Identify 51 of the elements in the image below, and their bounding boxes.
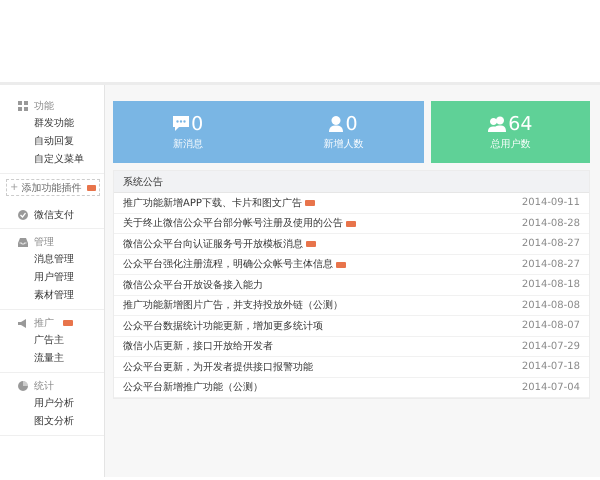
- sidebar-item[interactable]: 图文分析: [0, 413, 104, 431]
- announcement-date: 2014-08-27: [522, 238, 580, 250]
- announcement-date: 2014-08-27: [522, 258, 580, 270]
- panel-title: 系统公告: [123, 176, 163, 188]
- stat-value: 0: [345, 114, 358, 134]
- sidebar-item[interactable]: 广告主: [0, 332, 104, 350]
- sidebar-group-title: 功能: [34, 100, 54, 113]
- announcement-date: 2014-07-04: [522, 382, 580, 393]
- sidebar-item[interactable]: 流量主: [0, 350, 104, 368]
- check-circle-icon: [18, 210, 28, 220]
- pie-chart-icon: [18, 381, 28, 391]
- people-icon: [488, 116, 506, 132]
- stat-value: 64: [508, 114, 532, 134]
- announcement-date: 2014-07-29: [522, 340, 580, 352]
- announcement-date: 2014-07-18: [522, 361, 580, 372]
- announcement-link[interactable]: 微信公众平台向认证服务号开放模板消息: [123, 238, 303, 250]
- announcement-link[interactable]: 微信小店更新，接口开放给开发者: [123, 341, 273, 352]
- tray-icon: [18, 238, 28, 246]
- grid-icon: [18, 101, 28, 111]
- announcement-link[interactable]: 公众平台更新，为开发者提供接口报警功能: [123, 362, 313, 373]
- sidebar-group-title[interactable]: 微信支付: [34, 208, 74, 222]
- chat-bubble-icon: [173, 116, 190, 131]
- announcement-date: 2014-08-07: [522, 320, 580, 332]
- announcement-link[interactable]: 公众平台新增推广功能（公测）: [123, 382, 263, 394]
- announcement-link[interactable]: 微信公众平台开放设备接入能力: [123, 280, 263, 291]
- sidebar-group-title: 管理: [34, 236, 54, 249]
- sidebar-item[interactable]: 用户管理: [0, 269, 104, 287]
- announcement-link[interactable]: 推广功能新增APP下载、卡片和图文广告: [123, 198, 302, 209]
- announcement-date: 2014-08-18: [522, 279, 580, 290]
- person-icon: [329, 116, 344, 132]
- stat-label: 新消息: [173, 138, 204, 150]
- sidebar-group-title: 统计: [34, 380, 54, 393]
- announcement-date: 2014-08-28: [522, 218, 580, 229]
- stat-label: 总用户数: [490, 138, 530, 150]
- sidebar-item[interactable]: 自动回复: [0, 133, 104, 151]
- add-plugin-button[interactable]: + 添加功能插件: [6, 179, 100, 196]
- announcement-link[interactable]: 公众平台数据统计功能更新，增加更多统计项: [123, 320, 323, 332]
- announcement-link[interactable]: 推广功能新增图片广告，并支持投放外链（公测）: [123, 300, 343, 312]
- sidebar-item[interactable]: 素材管理: [0, 287, 104, 305]
- stat-value: 0: [191, 114, 204, 134]
- announcement-date: 2014-08-08: [522, 300, 580, 311]
- sidebar-item[interactable]: 用户分析: [0, 395, 104, 413]
- sidebar-group-title: 推广: [34, 316, 54, 330]
- sidebar-item[interactable]: 消息管理: [0, 251, 104, 269]
- megaphone-icon: [18, 318, 28, 328]
- sidebar-item[interactable]: 自定义菜单: [0, 151, 104, 169]
- announcement-date: 2014-09-11: [522, 197, 580, 208]
- stat-label: 新增人数: [324, 138, 364, 150]
- announcement-link[interactable]: 公众平台强化注册流程，明确公众帐号主体信息: [123, 259, 333, 270]
- announcement-link[interactable]: 关于终止微信公众平台部分帐号注册及使用的公告: [123, 218, 343, 230]
- sidebar-item[interactable]: 群发功能: [0, 115, 104, 133]
